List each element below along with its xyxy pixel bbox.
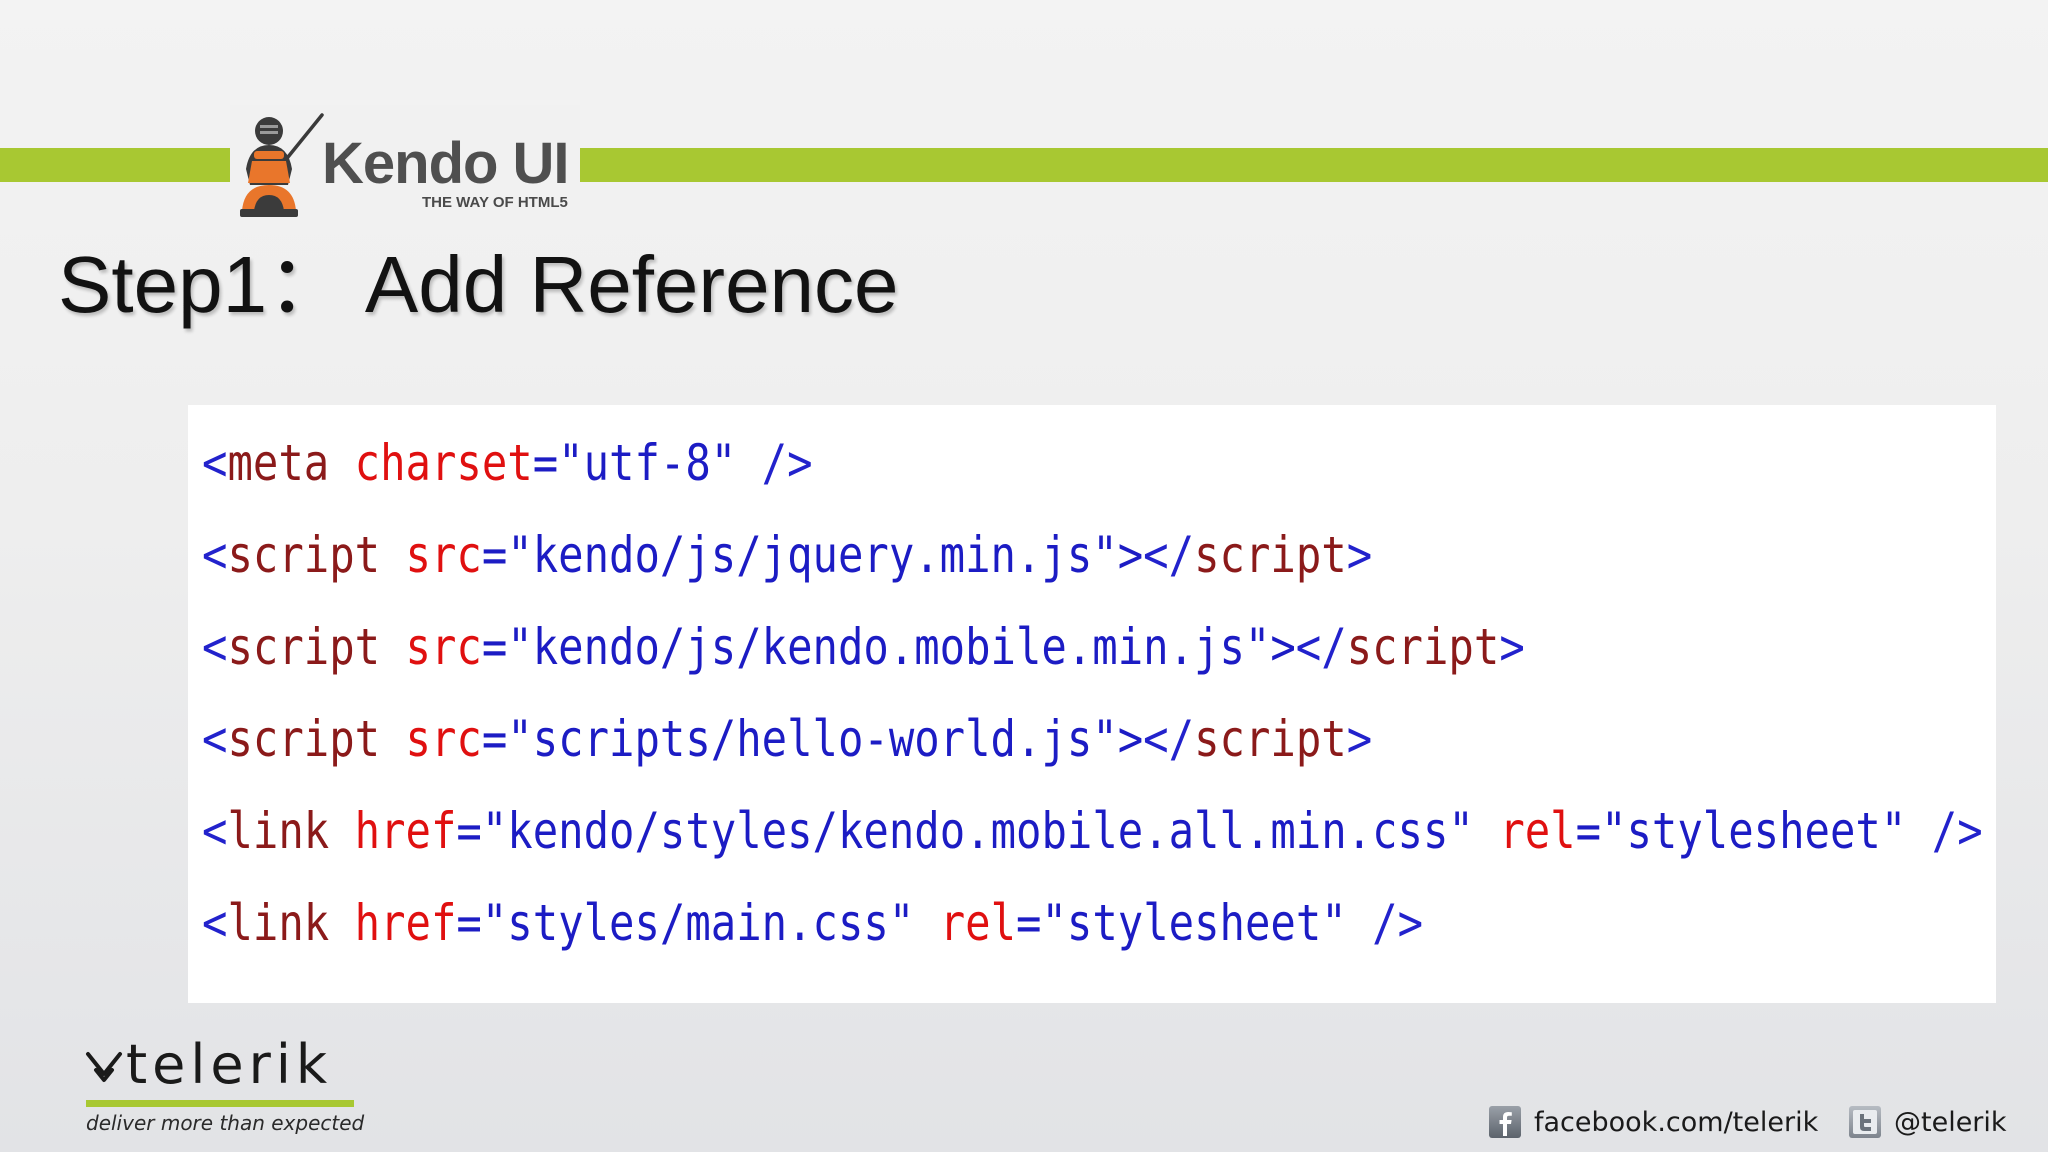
facebook-icon [1489, 1106, 1521, 1138]
code-token: < [202, 618, 228, 676]
code-token: charset [354, 434, 533, 492]
kendo-ui-logo: Kendo UI THE WAY OF HTML5 [230, 105, 580, 225]
code-token: link [227, 894, 330, 952]
code-token: < [202, 894, 228, 952]
code-token: href [354, 894, 457, 952]
telerik-tagline: deliver more than expected [86, 1111, 365, 1135]
code-token: < [202, 802, 228, 860]
kendo-warrior-icon [240, 113, 324, 217]
code-token: meta [227, 434, 330, 492]
code-line: <script src="kendo/js/jquery.min.js"></s… [202, 525, 1718, 617]
code-token: </ [1143, 710, 1195, 768]
code-token: ="kendo/js/kendo.mobile.min.js"> [481, 618, 1296, 676]
code-token: src [405, 526, 482, 584]
code-token: script [227, 526, 381, 584]
code-token: rel [939, 894, 1017, 952]
code-token: src [405, 710, 482, 768]
code-token: </ [1143, 526, 1195, 584]
facebook-link[interactable]: facebook.com/telerik [1488, 1100, 1818, 1144]
code-token: ="scripts/hello-world.js"> [481, 710, 1144, 768]
twitter-link[interactable]: @telerik [1848, 1100, 2007, 1144]
twitter-icon [1849, 1106, 1881, 1138]
code-token: ="stylesheet" [1016, 894, 1347, 952]
code-token: < [202, 526, 228, 584]
code-token: /> [1372, 894, 1424, 952]
code-token: < [202, 710, 228, 768]
code-line: <meta charset="utf-8" /> [202, 433, 1718, 525]
code-block: <meta charset="utf-8" /> <script src="ken… [188, 405, 1996, 1003]
code-line: <link href="styles/main.css" rel="styles… [202, 893, 1718, 985]
telerik-wordmark: telerik [126, 1033, 333, 1096]
code-token: script [227, 710, 381, 768]
code-token: src [405, 618, 482, 676]
telerik-underline [86, 1100, 354, 1107]
kendo-ui-tagline: THE WAY OF HTML5 [422, 194, 568, 211]
code-line: <script src="kendo/js/kendo.mobile.min.j… [202, 617, 1718, 709]
code-token: ="utf-8" [532, 434, 737, 492]
code-line: <script src="scripts/hello-world.js"></s… [202, 709, 1718, 801]
kendo-ui-wordmark: Kendo UI [322, 131, 570, 196]
telerik-logo: telerik deliver more than expected [84, 1033, 374, 1140]
code-token: > [1499, 618, 1525, 676]
code-token: > [1346, 526, 1373, 584]
code-token: rel [1499, 802, 1576, 860]
code-token: ="stylesheet" [1575, 802, 1907, 860]
code-token: < [202, 434, 228, 492]
code-token: script [1346, 618, 1500, 676]
code-token: script [1194, 710, 1347, 768]
code-token: > [1346, 710, 1373, 768]
code-token: ="kendo/styles/kendo.mobile.all.min.css" [456, 802, 1474, 860]
code-token: script [227, 618, 381, 676]
facebook-label: facebook.com/telerik [1534, 1106, 1819, 1138]
code-token: ="styles/main.css" [456, 894, 915, 952]
twitter-label: @telerik [1894, 1106, 2007, 1138]
code-token: /> [761, 434, 813, 492]
code-token: script [1194, 526, 1347, 584]
code-token: /> [1931, 802, 1983, 860]
code-token: ="kendo/js/jquery.min.js"> [481, 526, 1144, 584]
code-line: <link href="kendo/styles/kendo.mobile.al… [202, 801, 1983, 893]
code-token: href [354, 802, 457, 860]
slide-title: Step1： Add Reference [58, 240, 899, 329]
code-token: </ [1295, 618, 1347, 676]
telerik-mark-icon [86, 1052, 122, 1082]
code-token: link [227, 802, 330, 860]
